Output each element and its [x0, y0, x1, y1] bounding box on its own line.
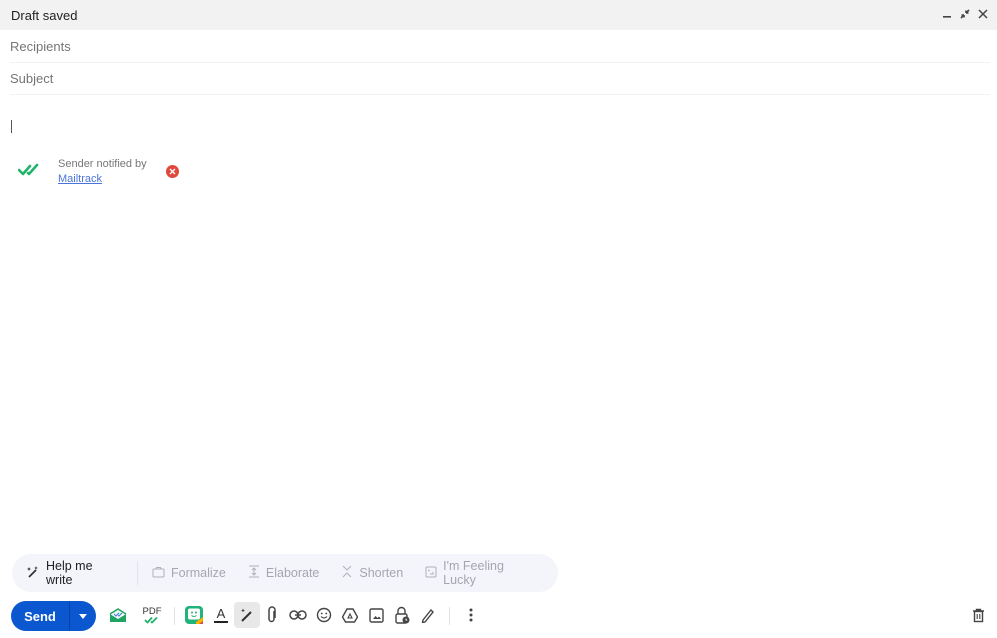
ai-bar-divider — [137, 561, 138, 585]
help-me-write-button[interactable]: Help me write — [26, 554, 119, 592]
elaborate-label: Elaborate — [265, 566, 320, 580]
text-caret — [11, 120, 12, 133]
mailtrack-link[interactable]: Mailtrack — [58, 173, 102, 185]
minimize-icon[interactable] — [941, 6, 953, 22]
briefcase-icon — [152, 566, 165, 581]
photo-icon[interactable] — [363, 602, 389, 628]
recipients-row — [10, 30, 990, 63]
formatting-icon[interactable]: A — [208, 602, 234, 628]
ai-writing-bar: Help me write Formalize Elaborate Shorte… — [12, 554, 558, 592]
schedule-send-dropdown[interactable] — [70, 613, 96, 619]
formalize-button[interactable]: Formalize — [152, 554, 226, 592]
emoji-icon[interactable] — [311, 602, 337, 628]
compose-titlebar[interactable]: Draft saved — [0, 0, 997, 30]
attach-icon[interactable] — [259, 602, 285, 628]
shorten-button[interactable]: Shorten — [341, 554, 403, 592]
caret-down-icon — [79, 613, 87, 619]
feeling-lucky-label: I'm Feeling Lucky — [443, 559, 504, 587]
collapse-icon — [341, 565, 353, 581]
window-title: Draft saved — [11, 7, 78, 23]
recipients-input[interactable] — [10, 38, 990, 54]
send-button-group: Send — [11, 601, 96, 631]
toolbar-divider-2 — [449, 607, 450, 625]
remove-signature-icon[interactable] — [166, 165, 179, 178]
signature-icon[interactable] — [415, 602, 441, 628]
pdf-track-icon[interactable]: PDF — [139, 602, 165, 628]
formalize-label: Formalize — [171, 566, 226, 580]
feeling-lucky-button[interactable]: I'm Feeling Lucky — [425, 554, 536, 592]
underline-bar — [214, 621, 228, 623]
close-icon[interactable] — [977, 6, 989, 22]
help-me-write-icon[interactable] — [234, 602, 260, 628]
help-me-write-label: Help me write — [46, 559, 93, 587]
subject-input[interactable] — [10, 70, 990, 86]
discard-icon[interactable] — [965, 602, 991, 628]
compose-toolbar: Send PDF A — [0, 598, 997, 634]
more-options-icon[interactable] — [458, 602, 484, 628]
toolbar-divider — [174, 607, 175, 625]
bitmoji-icon[interactable] — [181, 602, 207, 628]
expand-icon — [248, 565, 260, 581]
message-body[interactable] — [0, 96, 997, 546]
elaborate-button[interactable]: Elaborate — [248, 554, 320, 592]
mailtrack-signature: Sender notified by Mailtrack — [17, 157, 179, 187]
subject-row — [10, 62, 990, 95]
shorten-label: Shorten — [359, 566, 404, 580]
confidential-icon[interactable] — [389, 602, 415, 628]
double-check-icon — [17, 163, 44, 187]
mailtrack-text: Sender notified by — [58, 158, 147, 170]
link-icon[interactable] — [285, 602, 311, 628]
drive-icon[interactable] — [337, 602, 363, 628]
formatting-glyph: A — [216, 606, 226, 621]
dice-icon — [425, 566, 437, 581]
exit-fullscreen-icon[interactable] — [959, 6, 971, 22]
send-button[interactable]: Send — [11, 609, 69, 624]
pdf-label: PDF — [142, 605, 162, 617]
pen-sparkle-icon — [26, 565, 40, 582]
mailtrack-icon[interactable] — [105, 602, 131, 628]
